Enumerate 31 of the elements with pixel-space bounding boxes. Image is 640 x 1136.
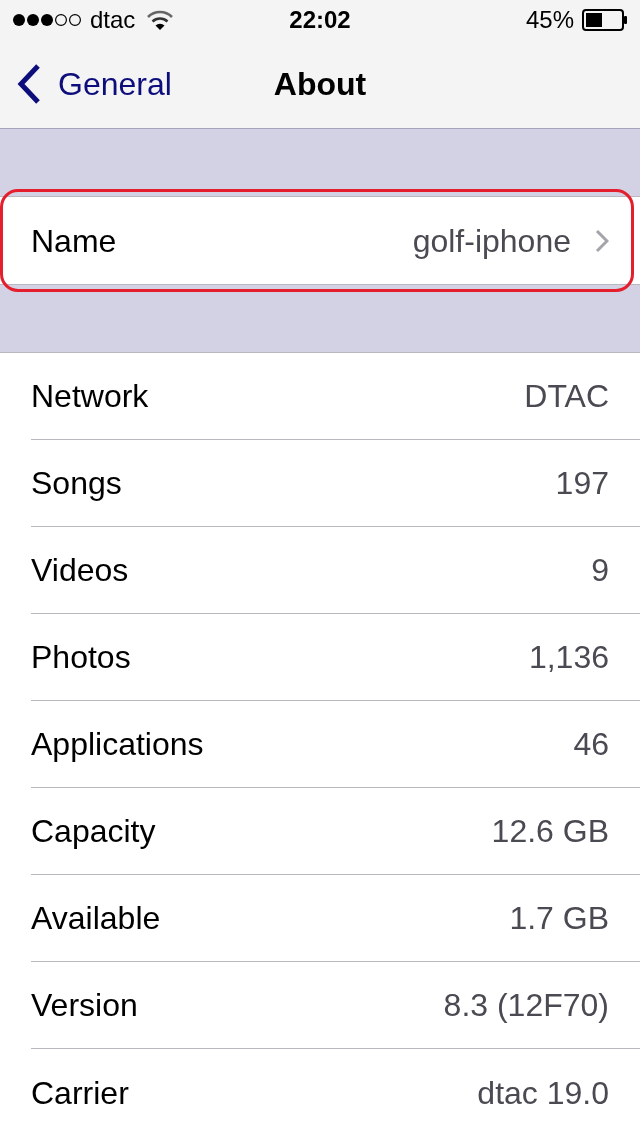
row-label: Name	[31, 224, 117, 257]
row-label: Version	[31, 989, 138, 1021]
row-value: DTAC	[524, 380, 609, 412]
row-label: Songs	[31, 467, 122, 499]
row-value: dtac 19.0	[477, 1076, 609, 1109]
battery-icon	[582, 9, 628, 31]
chevron-left-icon	[16, 63, 42, 105]
row-value: 1,136	[528, 641, 609, 673]
row-value: 8.3 (12F70)	[443, 989, 609, 1021]
row-label: Carrier	[31, 1076, 129, 1109]
name-row[interactable]: Name golf-iphone	[0, 196, 640, 285]
battery-percent: 45%	[525, 8, 574, 32]
row-value: 12.6 GB	[491, 815, 609, 847]
chevron-right-icon	[595, 228, 609, 253]
status-time: 22:02	[289, 8, 351, 32]
row-label: Videos	[31, 554, 129, 586]
row-label: Network	[31, 380, 149, 412]
signal-strength-icon	[12, 13, 82, 27]
row-value: 46	[573, 728, 609, 760]
row-value: 9	[591, 554, 609, 586]
row-value: 197	[555, 467, 609, 499]
row-value: 1.7 GB	[509, 902, 609, 934]
row-value: golf-iphone	[412, 224, 571, 257]
wifi-icon	[147, 10, 174, 30]
carrier-name: dtac	[90, 8, 136, 32]
row-label: Applications	[31, 728, 204, 760]
row-label: Capacity	[31, 815, 156, 847]
row-label: Photos	[31, 641, 131, 673]
back-button[interactable]: General	[0, 54, 176, 114]
page-title: About	[273, 68, 367, 100]
row-label: Available	[31, 902, 161, 934]
